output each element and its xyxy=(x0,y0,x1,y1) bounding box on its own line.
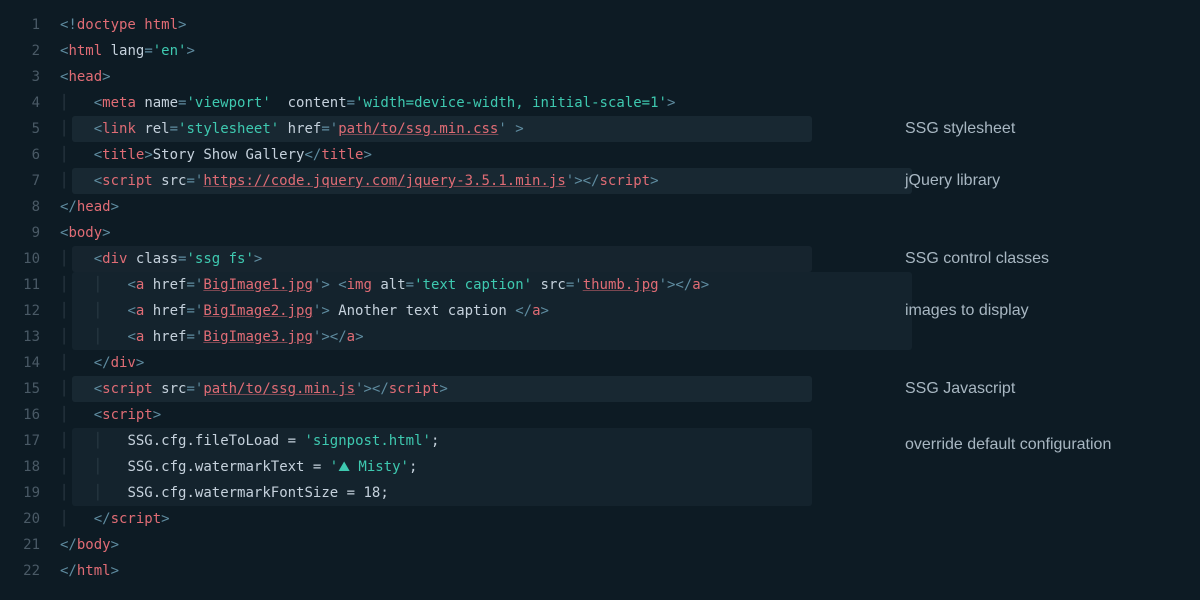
annotation-jquery: jQuery library xyxy=(905,170,1000,192)
code-line: <html lang='en'> xyxy=(60,38,1200,64)
line-number: 15 xyxy=(0,376,40,402)
line-number: 11 xyxy=(0,272,40,298)
code-line: │ <script src='https://code.jquery.com/j… xyxy=(60,168,1200,194)
line-number: 22 xyxy=(0,558,40,584)
line-number-gutter: 12345678910111213141516171819202122 xyxy=(0,12,60,584)
line-number: 8 xyxy=(0,194,40,220)
line-number: 5 xyxy=(0,116,40,142)
line-number: 6 xyxy=(0,142,40,168)
code-line: </html> xyxy=(60,558,1200,584)
line-number: 21 xyxy=(0,532,40,558)
annotation-javascript: SSG Javascript xyxy=(905,378,1015,400)
annotation-classes: SSG control classes xyxy=(905,248,1049,270)
code-line: │ │ SSG.cfg.watermarkText = '⛰ Misty'; xyxy=(60,454,1200,480)
line-number: 18 xyxy=(0,454,40,480)
code-line: </head> xyxy=(60,194,1200,220)
code-line: │ <script src='path/to/ssg.min.js'></scr… xyxy=(60,376,1200,402)
code-line: │ <meta name='viewport' content='width=d… xyxy=(60,90,1200,116)
line-number: 19 xyxy=(0,480,40,506)
line-number: 1 xyxy=(0,12,40,38)
code-line: │ </div> xyxy=(60,350,1200,376)
line-number: 7 xyxy=(0,168,40,194)
code-line: │ │ SSG.cfg.watermarkFontSize = 18; xyxy=(60,480,1200,506)
annotation-stylesheet: SSG stylesheet xyxy=(905,118,1015,140)
code-line: │ │ <a href='BigImage1.jpg'> <img alt='t… xyxy=(60,272,1200,298)
code-line: <!doctype html> xyxy=(60,12,1200,38)
line-number: 14 xyxy=(0,350,40,376)
code-line: <body> xyxy=(60,220,1200,246)
line-number: 20 xyxy=(0,506,40,532)
line-number: 10 xyxy=(0,246,40,272)
code-editor: 12345678910111213141516171819202122 <!do… xyxy=(0,12,1200,584)
line-number: 9 xyxy=(0,220,40,246)
line-number: 13 xyxy=(0,324,40,350)
code-line: │ │ <a href='BigImage2.jpg'> Another tex… xyxy=(60,298,1200,324)
code-line: │ <script> xyxy=(60,402,1200,428)
code-line: <head> xyxy=(60,64,1200,90)
code-line: </body> xyxy=(60,532,1200,558)
line-number: 4 xyxy=(0,90,40,116)
annotation-images: images to display xyxy=(905,300,1029,322)
line-number: 16 xyxy=(0,402,40,428)
code-line: │ │ <a href='BigImage3.jpg'></a> xyxy=(60,324,1200,350)
code-area[interactable]: <!doctype html> <html lang='en'> <head> … xyxy=(60,12,1200,584)
annotation-override: override default configuration xyxy=(905,434,1111,456)
line-number: 12 xyxy=(0,298,40,324)
line-number: 17 xyxy=(0,428,40,454)
line-number: 2 xyxy=(0,38,40,64)
code-line: │ </script> xyxy=(60,506,1200,532)
line-number: 3 xyxy=(0,64,40,90)
code-line: │ <title>Story Show Gallery</title> xyxy=(60,142,1200,168)
code-line: │ <link rel='stylesheet' href='path/to/s… xyxy=(60,116,1200,142)
